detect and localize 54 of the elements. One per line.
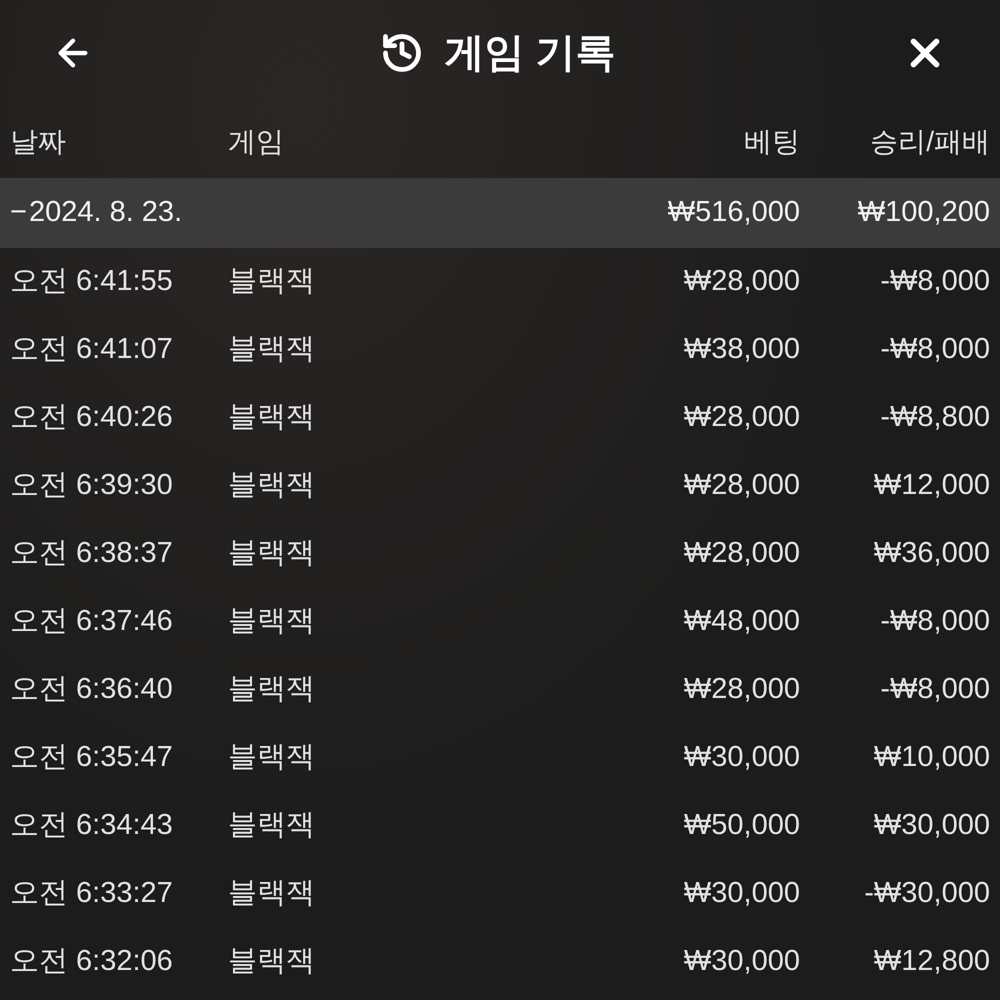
time-cell-text: 오전 6:37:46 xyxy=(10,604,174,640)
bet-cell-text: ₩50,000 xyxy=(682,808,800,844)
result-cell-text: ₩12,800 xyxy=(872,944,990,980)
group-bet-total: ₩516,000 xyxy=(666,195,800,230)
bet-cell-text: ₩28,000 xyxy=(682,536,800,572)
bet-cell-text: ₩48,000 xyxy=(682,604,800,640)
date-group-row[interactable]: −2024. 8. 23. ₩516,000 ₩100,200 xyxy=(0,178,1000,248)
result-cell-text: -₩8,000 xyxy=(879,672,990,708)
column-header: 날짜 xyxy=(10,124,67,158)
column-header: 승리/패배 xyxy=(869,124,990,158)
time-cell-text: 오전 6:33:27 xyxy=(10,876,174,912)
game-cell-text: 블랙잭 xyxy=(228,808,316,844)
result-cell-text: ₩30,000 xyxy=(872,808,990,844)
bet-cell-text: ₩28,000 xyxy=(682,468,800,504)
result-cell-text: ₩10,000 xyxy=(872,740,990,776)
time-cell-text: 오전 6:41:07 xyxy=(10,332,174,368)
game-cell-text: 블랙잭 xyxy=(228,400,316,436)
result-cell-text: -₩8,800 xyxy=(879,400,990,436)
time-cell-text: 오전 6:34:43 xyxy=(10,808,174,844)
group-result-total: ₩100,200 xyxy=(856,195,990,230)
game-cell-text: 블랙잭 xyxy=(228,332,316,368)
game-cell-text: 블랙잭 xyxy=(228,604,316,640)
page-title: 게임 기록 xyxy=(444,30,616,76)
column-header: 게임 xyxy=(228,124,285,158)
game-cell-text: 블랙잭 xyxy=(228,264,316,300)
bet-cell-text: ₩38,000 xyxy=(682,332,800,368)
game-cell-text: 블랙잭 xyxy=(228,536,316,572)
time-cell-text: 오전 6:35:47 xyxy=(10,740,174,776)
time-cell-text: 오전 6:39:30 xyxy=(10,468,174,504)
result-cell-text: -₩8,000 xyxy=(879,332,990,368)
bet-cell-text: ₩28,000 xyxy=(682,672,800,708)
game-cell-text: 블랙잭 xyxy=(228,468,316,504)
game-cell-text: 블랙잭 xyxy=(228,876,316,912)
group-date: 2024. 8. 23. xyxy=(28,195,184,230)
game-cell-text: 블랙잭 xyxy=(228,672,316,708)
bet-cell-text: ₩30,000 xyxy=(682,740,800,776)
bet-cell-text: ₩28,000 xyxy=(682,264,800,300)
result-cell-text: -₩8,000 xyxy=(879,264,990,300)
time-cell-text: 오전 6:32:06 xyxy=(10,944,174,980)
result-cell-text: ₩36,000 xyxy=(872,536,990,572)
time-cell-text: 오전 6:36:40 xyxy=(10,672,174,708)
game-cell-text: 블랙잭 xyxy=(228,740,316,776)
collapse-toggle[interactable]: − xyxy=(10,191,29,235)
bet-cell-text: ₩28,000 xyxy=(682,400,800,436)
time-cell-text: 오전 6:40:26 xyxy=(10,400,174,436)
bet-cell-text: ₩30,000 xyxy=(682,876,800,912)
time-cell-text: 오전 6:41:55 xyxy=(10,264,174,300)
result-cell-text: -₩30,000 xyxy=(863,876,990,912)
column-header: 베팅 xyxy=(743,124,800,158)
bet-cell-text: ₩30,000 xyxy=(682,944,800,980)
time-cell-text: 오전 6:38:37 xyxy=(10,536,174,572)
game-cell-text: 블랙잭 xyxy=(228,944,316,980)
result-cell-text: -₩8,000 xyxy=(879,604,990,640)
result-cell-text: ₩12,000 xyxy=(872,468,990,504)
